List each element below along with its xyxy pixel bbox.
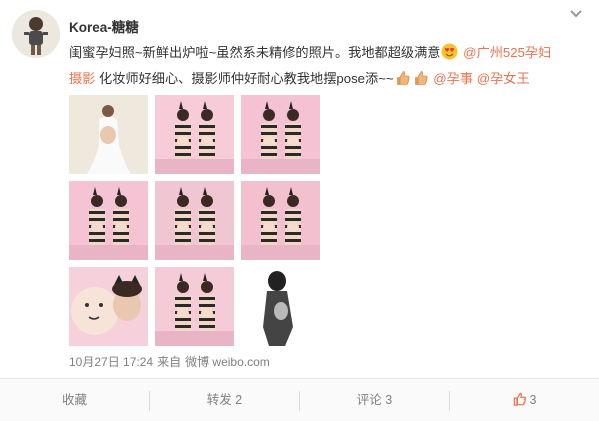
post-text-line2: 化妆师好细心、摄影师仲好耐心教我地摆pose添~~ (99, 71, 394, 86)
post-text: 闺蜜孕妇照~新鲜出炉啦~虽然系未精修的照片。我地都超级满意 @广州525孕妇 摄… (69, 40, 584, 92)
source-prefix: 来自 (157, 355, 182, 369)
photo-thumbnail[interactable] (155, 181, 234, 260)
thumbs-up-icon (513, 381, 527, 421)
photo-thumbnail[interactable] (241, 181, 320, 260)
photo-thumbnail[interactable] (69, 181, 148, 260)
photo-thumbnail[interactable] (69, 267, 148, 346)
avatar[interactable] (12, 10, 60, 58)
heart-eyes-emoji-icon (441, 43, 458, 60)
photo-thumbnail[interactable] (241, 267, 320, 346)
post-timestamp[interactable]: 10月27日 17:24 (69, 355, 153, 369)
like-button[interactable]: 3 (450, 379, 599, 421)
comment-button[interactable]: 评论 3 (300, 379, 449, 421)
chevron-down-icon[interactable] (566, 6, 586, 22)
comment-label: 评论 3 (356, 393, 393, 407)
mention-link-guangzhou-525[interactable]: @广州525孕妇 (463, 45, 551, 60)
action-bar: 收藏 转发 2 评论 3 3 (0, 378, 599, 421)
mention-link-yunshi[interactable]: @孕事 (433, 71, 473, 86)
username[interactable]: Korea-糖糖 (69, 16, 139, 36)
mention-link-yunnvwang[interactable]: @孕女王 (477, 71, 530, 86)
photo-thumbnail[interactable] (155, 95, 234, 174)
thumbs-up-emoji-icon (395, 70, 411, 86)
like-count: 3 (529, 393, 537, 407)
source-link[interactable]: 微博 weibo.com (185, 355, 270, 369)
repost-label: 转发 2 (206, 393, 243, 407)
mention-link-guangzhou-525-cont[interactable]: 摄影 (69, 71, 95, 86)
thumbs-up-emoji-icon (413, 70, 429, 86)
collect-button[interactable]: 收藏 (0, 379, 149, 421)
photo-thumbnail[interactable] (155, 267, 234, 346)
collect-label: 收藏 (61, 393, 87, 407)
photo-thumbnail[interactable] (69, 95, 148, 174)
post-text-line1: 闺蜜孕妇照~新鲜出炉啦~虽然系未精修的照片。我地都超级满意 (69, 45, 441, 60)
post-meta: 10月27日 17:24 来自 微博 weibo.com (69, 353, 274, 370)
repost-button[interactable]: 转发 2 (150, 379, 299, 421)
photo-thumbnail[interactable] (241, 95, 320, 174)
